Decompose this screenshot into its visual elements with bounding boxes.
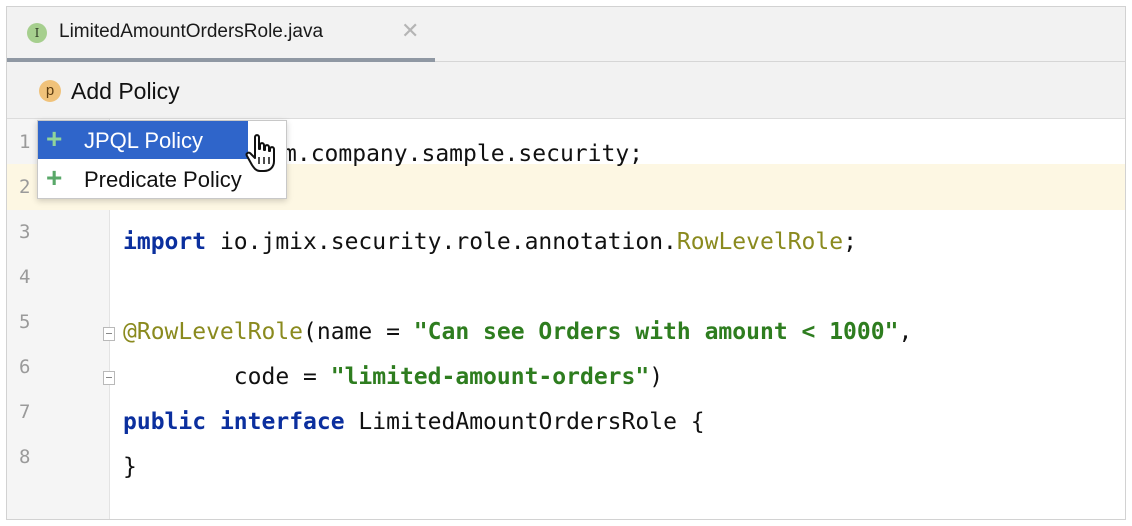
code-line-6: code = "limited-amount-orders") bbox=[123, 364, 663, 390]
closing-brace: } bbox=[123, 454, 137, 480]
code-arg: code = bbox=[123, 364, 331, 390]
close-paren: ) bbox=[649, 364, 664, 390]
interface-name: LimitedAmountOrdersRole { bbox=[344, 409, 705, 435]
editor-toolbar: p Add Policy bbox=[7, 62, 1125, 119]
menu-item-jpql-policy[interactable]: + JPQL Policy bbox=[38, 121, 248, 159]
add-policy-label: Add Policy bbox=[71, 78, 180, 104]
line-number: 3 bbox=[19, 221, 31, 243]
code-line-5: @RowLevelRole(name = "Can see Orders wit… bbox=[123, 319, 912, 345]
code-line-7: public interface LimitedAmountOrdersRole… bbox=[123, 409, 705, 435]
code-line-8: } bbox=[123, 454, 137, 480]
code-line-1: m.company.sample.security; bbox=[283, 141, 643, 167]
package-text: m.company.sample.security; bbox=[283, 141, 644, 167]
policy-icon: p bbox=[39, 80, 61, 102]
plus-icon: + bbox=[46, 162, 63, 193]
annotation: @RowLevelRole bbox=[123, 319, 304, 345]
close-icon[interactable]: ✕ bbox=[401, 19, 419, 43]
string-literal: "Can see Orders with amount < 1000" bbox=[413, 319, 899, 345]
fold-end-icon[interactable] bbox=[103, 371, 115, 385]
fold-marker-icon[interactable] bbox=[103, 327, 115, 341]
interface-icon: I bbox=[27, 23, 47, 43]
string-literal: "limited-amount-orders" bbox=[330, 364, 650, 390]
tab-file[interactable]: I LimitedAmountOrdersRole.java ✕ bbox=[7, 7, 435, 62]
plus-icon: + bbox=[46, 123, 63, 154]
editor-window: I LimitedAmountOrdersRole.java ✕ p Add P… bbox=[6, 6, 1126, 520]
line-number: 4 bbox=[19, 266, 31, 288]
line-number: 5 bbox=[19, 311, 31, 333]
import-path: io.jmix.security.role.annotation. bbox=[206, 229, 677, 255]
code-line-3: import io.jmix.security.role.annotation.… bbox=[123, 229, 857, 255]
tab-title: LimitedAmountOrdersRole.java bbox=[59, 21, 324, 42]
keyword-public: public bbox=[123, 409, 207, 435]
line-number: 7 bbox=[19, 401, 31, 423]
line-number: 8 bbox=[19, 446, 31, 468]
hand-cursor-icon bbox=[245, 134, 275, 172]
keyword-import: import bbox=[123, 229, 207, 255]
keyword-interface: interface bbox=[219, 409, 345, 435]
annotation-class: RowLevelRole bbox=[676, 229, 844, 255]
comma: , bbox=[898, 319, 913, 345]
annotation-args: (name = bbox=[303, 319, 414, 345]
line-number: 6 bbox=[19, 356, 31, 378]
semicolon: ; bbox=[843, 229, 857, 255]
tab-bar: I LimitedAmountOrdersRole.java ✕ bbox=[7, 7, 1125, 62]
menu-item-label: Predicate Policy bbox=[84, 167, 242, 192]
menu-item-label: JPQL Policy bbox=[84, 128, 204, 153]
